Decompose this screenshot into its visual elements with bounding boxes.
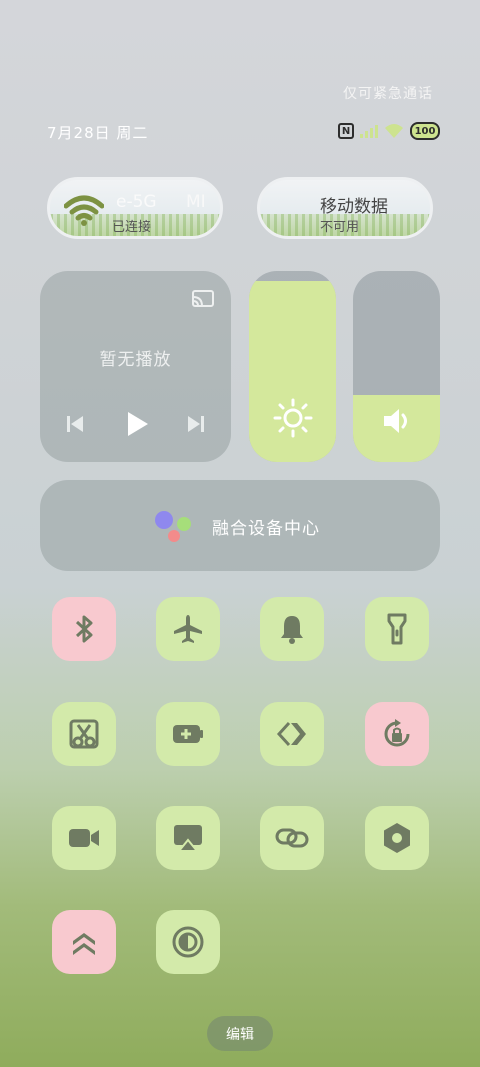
wifi-status-icon [385,124,403,138]
scissors-screenshot-icon [69,719,99,749]
video-camera-icon [69,829,99,847]
hotspot-tile[interactable] [260,702,324,766]
code-arrow-icon [276,721,306,747]
bluetooth-tile[interactable] [52,597,116,661]
wifi-name-left: e-5G [116,192,157,212]
settings-tile[interactable] [365,806,429,870]
screen-cast-tile[interactable] [156,806,220,870]
link-icon [275,828,309,848]
device-hub-card[interactable]: 融合设备中心 [40,480,440,571]
sun-icon [273,398,312,438]
play-icon[interactable] [121,409,151,439]
flashlight-tile[interactable] [365,597,429,661]
next-icon[interactable] [185,413,207,435]
rotation-lock-icon [384,719,410,747]
emergency-call-only: 仅可紧急通话 [343,86,433,102]
mobile-data-status: 不可用 [320,220,360,235]
contrast-icon [172,926,204,958]
wifi-toggle[interactable]: e-5G MI 已连接 [47,177,223,239]
brightness-slider[interactable] [249,271,336,462]
rotation-lock-tile[interactable] [365,702,429,766]
device-hub-label: 融合设备中心 [212,519,320,539]
volume-icon-wrap [353,404,440,438]
wifi-name-right: MI [186,192,206,212]
no-media-text: 暂无播放 [99,350,172,370]
mobile-data-toggle[interactable]: 移动数据 不可用 [257,177,433,239]
link-tile[interactable] [260,806,324,870]
battery-plus-icon [173,725,203,743]
screenshot-tile[interactable] [52,702,116,766]
media-controls [64,409,207,439]
nfc-icon: N [338,123,354,139]
wifi-status: 已连接 [112,220,152,235]
airplane-icon [174,615,202,643]
brightness-icon-wrap [249,398,336,438]
media-player: 暂无播放 [40,271,231,462]
speaker-icon [383,409,407,433]
previous-icon[interactable] [64,413,86,435]
video-record-tile[interactable] [52,806,116,870]
flashlight-icon [387,613,407,645]
volume-slider[interactable] [353,271,440,462]
edit-button[interactable]: 编辑 [207,1016,273,1051]
cast-icon[interactable] [191,289,215,309]
bluetooth-icon [75,615,93,643]
date-label: 7月28日 周二 [47,124,149,142]
battery-icon: 100 [410,122,440,140]
signal-icon [360,124,378,138]
status-bar: 7月28日 周二 N 100 [47,122,440,144]
double-chevron-up-icon [73,933,95,955]
airplane-mode-tile[interactable] [156,597,220,661]
battery-saver-tile[interactable] [156,702,220,766]
airplay-icon [174,825,202,852]
dark-mode-tile[interactable] [156,910,220,974]
device-hub-icon [155,511,191,542]
hexagon-settings-icon [384,823,410,853]
status-icons: N 100 [338,122,440,140]
bell-icon [281,616,303,644]
ringer-tile[interactable] [260,597,324,661]
mobile-data-name: 移动数据 [320,197,388,217]
performance-tile[interactable] [52,910,116,974]
wifi-icon [64,195,104,226]
